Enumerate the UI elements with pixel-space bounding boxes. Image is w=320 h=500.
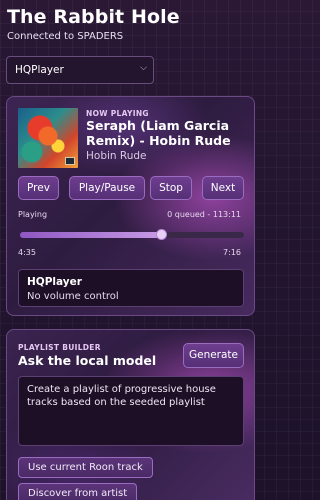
next-button[interactable]: Next — [202, 176, 244, 200]
discover-from-artist-button[interactable]: Discover from artist — [18, 483, 138, 500]
generate-button[interactable]: Generate — [183, 343, 244, 368]
prompt-textarea[interactable]: Create a playlist of progressive house t… — [18, 376, 244, 446]
elapsed-time: 4:35 — [18, 248, 36, 257]
chevron-down-icon: ⌵ — [140, 63, 147, 73]
app-title: The Rabbit Hole — [7, 6, 180, 28]
zone-volume-panel: HQPlayer No volume control — [18, 269, 244, 307]
now-playing-label: NOW PLAYING — [86, 109, 149, 118]
zone-name: HQPlayer — [27, 276, 82, 288]
seek-slider-handle[interactable] — [156, 229, 168, 240]
player-dropdown[interactable]: HQPlayer ⌵ — [6, 56, 154, 84]
album-cover — [18, 108, 78, 168]
seek-slider[interactable] — [20, 229, 244, 240]
now-playing-card: NOW PLAYING Seraph (Liam Garcia Remix) -… — [6, 96, 255, 316]
player-dropdown-value: HQPlayer — [15, 64, 64, 76]
prev-button[interactable]: Prev — [18, 176, 59, 200]
queue-info: 0 queued - 113:11 — [167, 210, 241, 219]
connection-status: Connected to SPADERS — [7, 31, 124, 42]
total-time: 7:16 — [223, 248, 241, 257]
playlist-builder-card: PLAYLIST BUILDER Ask the local model Gen… — [6, 329, 255, 500]
track-artist: Hobin Rude — [86, 150, 147, 162]
stop-button[interactable]: Stop — [150, 176, 192, 200]
playlist-builder-label: PLAYLIST BUILDER — [18, 343, 101, 352]
track-title: Seraph (Liam Garcia Remix) - Hobin Rude — [86, 118, 231, 148]
volume-note: No volume control — [27, 291, 119, 302]
use-current-track-button[interactable]: Use current Roon track — [18, 457, 153, 478]
playback-status: Playing — [18, 210, 48, 219]
cover-badge-icon — [65, 157, 75, 165]
playlist-builder-heading: Ask the local model — [18, 353, 157, 368]
seek-slider-fill — [20, 232, 162, 238]
play-pause-button[interactable]: Play/Pause — [69, 176, 145, 200]
